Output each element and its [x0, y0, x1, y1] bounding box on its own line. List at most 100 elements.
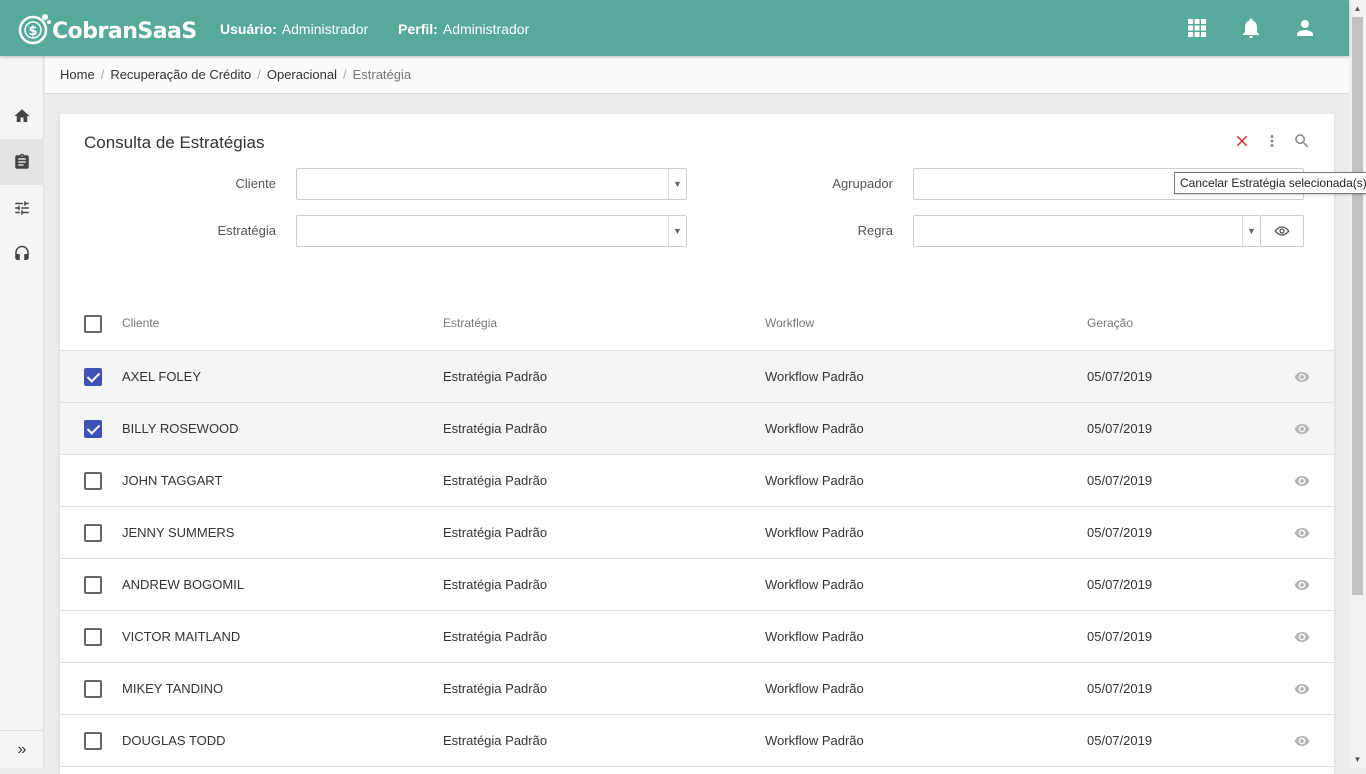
sidebar-item-home[interactable] — [0, 93, 44, 139]
estrategia-input[interactable] — [297, 216, 686, 246]
page-scrollbar[interactable]: ▲ ▼ — [1349, 0, 1366, 768]
user-info: Usuário: Administrador Perfil: Administrad… — [220, 21, 529, 37]
regra-select[interactable]: ▼ — [913, 215, 1261, 247]
row-checkbox[interactable] — [84, 524, 102, 542]
regra-label: Regra — [857, 223, 893, 238]
cell-workflow: Workflow Padrão — [765, 369, 864, 384]
view-row-button[interactable] — [1292, 611, 1312, 662]
eye-icon — [1294, 423, 1310, 434]
eye-icon — [1294, 683, 1310, 694]
table-row[interactable]: BILLY ROSEWOOD Estratégia Padrão Workflow … — [60, 403, 1334, 455]
table-row[interactable]: AXEL FOLEY Estratégia Padrão Workflow Padr… — [60, 351, 1334, 403]
cell-workflow: Workflow Padrão — [765, 421, 864, 436]
eye-outline-icon — [1274, 226, 1290, 236]
scroll-thumb[interactable] — [1352, 17, 1363, 595]
estrategia-select[interactable]: ▼ — [296, 215, 687, 247]
row-checkbox[interactable] — [84, 732, 102, 750]
card-actions — [1232, 131, 1312, 151]
chevron-down-icon[interactable]: ▼ — [668, 216, 686, 246]
chevron-down-icon[interactable]: ▼ — [1242, 216, 1260, 246]
notifications-button[interactable] — [1237, 14, 1265, 42]
view-row-button[interactable] — [1292, 715, 1312, 766]
regra-input[interactable] — [914, 216, 1260, 246]
view-row-button[interactable] — [1292, 663, 1312, 714]
cell-cliente: AXEL FOLEY — [122, 369, 201, 384]
sidebar-item-support[interactable] — [0, 231, 44, 277]
cell-workflow: Workflow Padrão — [765, 577, 864, 592]
view-row-button[interactable] — [1292, 403, 1312, 454]
cell-estrategia: Estratégia Padrão — [443, 421, 548, 436]
sidebar-item-operacional[interactable] — [0, 139, 44, 185]
row-checkbox[interactable] — [84, 368, 102, 386]
eye-icon — [1294, 371, 1310, 382]
chevron-down-icon[interactable]: ▼ — [668, 169, 686, 199]
strategy-card: Consulta de Estratégias Cliente ▼ Agrupa… — [60, 114, 1334, 774]
eye-icon — [1294, 527, 1310, 538]
apps-button[interactable] — [1183, 14, 1211, 42]
cell-workflow: Workflow Padrão — [765, 681, 864, 696]
coin-logo-icon: $ — [18, 14, 51, 45]
cell-estrategia: Estratégia Padrão — [443, 733, 548, 748]
header-workflow[interactable]: Workflow — [765, 296, 814, 350]
breadcrumb-separator: / — [342, 67, 347, 82]
view-row-button[interactable] — [1292, 507, 1312, 558]
cliente-input[interactable] — [297, 169, 686, 199]
row-checkbox[interactable] — [84, 420, 102, 438]
cell-cliente: BILLY ROSEWOOD — [122, 421, 239, 436]
table-row[interactable]: ANDREW BOGOMIL Estratégia Padrão Workflow … — [60, 559, 1334, 611]
row-checkbox[interactable] — [84, 576, 102, 594]
scroll-up-arrow-icon[interactable]: ▲ — [1349, 0, 1366, 17]
breadcrumb-home[interactable]: Home — [60, 67, 95, 82]
strategies-table: Cliente Estratégia Workflow Geração AXEL… — [60, 296, 1334, 767]
breadcrumb-operacional[interactable]: Operacional — [267, 67, 337, 82]
account-button[interactable] — [1291, 14, 1319, 42]
cell-workflow: Workflow Padrão — [765, 733, 864, 748]
view-row-button[interactable] — [1292, 351, 1312, 402]
cell-geracao: 05/07/2019 — [1087, 629, 1153, 644]
table-row[interactable]: MIKEY TANDINO Estratégia Padrão Workflow P… — [60, 663, 1334, 715]
cell-cliente: ANDREW BOGOMIL — [122, 577, 245, 592]
view-row-button[interactable] — [1292, 455, 1312, 506]
table-row[interactable]: JOHN TAGGART Estratégia Padrão Workflow Pa… — [60, 455, 1334, 507]
apps-grid-icon — [1188, 19, 1206, 37]
regra-view-button[interactable] — [1261, 215, 1304, 247]
select-all-checkbox[interactable] — [84, 315, 102, 333]
table-row[interactable]: DOUGLAS TODD Estratégia Padrão Workflow Pa… — [60, 715, 1334, 767]
more-options-button[interactable] — [1262, 131, 1282, 151]
row-checkbox[interactable] — [84, 628, 102, 646]
agrupador-label: Agrupador — [832, 176, 893, 191]
cell-geracao: 05/07/2019 — [1087, 421, 1153, 436]
table-row[interactable]: VICTOR MAITLAND Estratégia Padrão Workflow… — [60, 611, 1334, 663]
cell-estrategia: Estratégia Padrão — [443, 629, 548, 644]
table-header: Cliente Estratégia Workflow Geração — [60, 296, 1334, 351]
cell-estrategia: Estratégia Padrão — [443, 681, 548, 696]
cell-cliente: JOHN TAGGART — [122, 473, 223, 488]
clipboard-icon — [15, 153, 29, 169]
cell-geracao: 05/07/2019 — [1087, 525, 1153, 540]
cliente-select[interactable]: ▼ — [296, 168, 687, 200]
cell-cliente: MIKEY TANDINO — [122, 681, 224, 696]
cell-workflow: Workflow Padrão — [765, 473, 864, 488]
cell-estrategia: Estratégia Padrão — [443, 369, 548, 384]
view-row-button[interactable] — [1292, 559, 1312, 610]
search-button[interactable] — [1292, 131, 1312, 151]
breadcrumb-recuperacao[interactable]: Recuperação de Crédito — [110, 67, 251, 82]
sidebar: » — [0, 56, 44, 768]
header-estrategia[interactable]: Estratégia — [443, 296, 497, 350]
table-row[interactable]: JENNY SUMMERS Estratégia Padrão Workflow P… — [60, 507, 1334, 559]
search-icon — [1295, 134, 1309, 148]
scroll-down-arrow-icon[interactable]: ▼ — [1349, 751, 1366, 768]
header-geracao[interactable]: Geração — [1087, 296, 1133, 350]
breadcrumb-separator: / — [257, 67, 261, 82]
header-cliente[interactable]: Cliente — [122, 296, 159, 350]
row-checkbox[interactable] — [84, 680, 102, 698]
brand-logo[interactable]: $ CobranSaaS — [18, 10, 197, 46]
sidebar-item-settings[interactable] — [0, 185, 44, 231]
eye-icon — [1294, 735, 1310, 746]
sidebar-expand-button[interactable]: » — [0, 730, 44, 768]
eye-icon — [1294, 631, 1310, 642]
cell-geracao: 05/07/2019 — [1087, 681, 1153, 696]
row-checkbox[interactable] — [84, 472, 102, 490]
cancel-strategy-button[interactable] — [1232, 131, 1252, 151]
cell-workflow: Workflow Padrão — [765, 629, 864, 644]
